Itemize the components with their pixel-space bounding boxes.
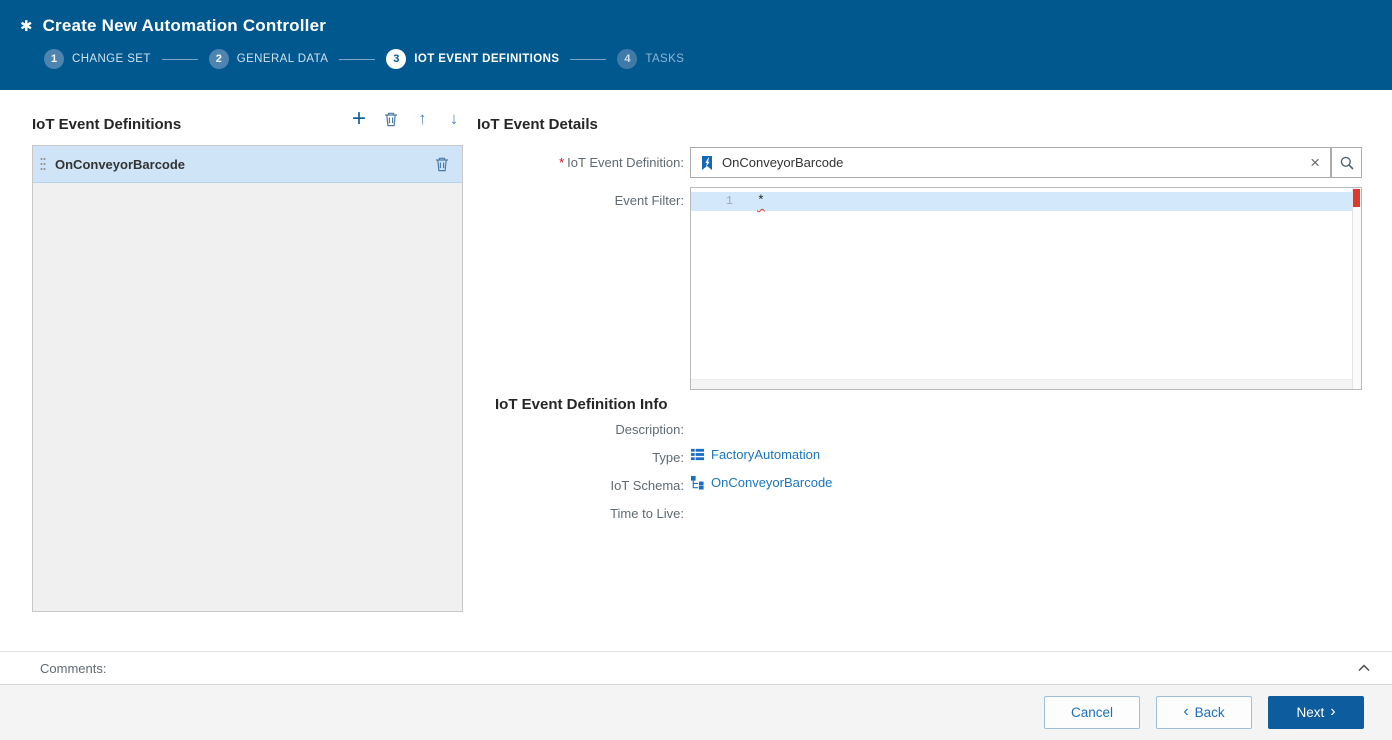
description-label: Description:: [615, 422, 684, 437]
plus-icon: +: [351, 105, 366, 132]
wizard-steps: 1 CHANGE SET 2 GENERAL DATA 3 IOT EVENT …: [0, 46, 1392, 72]
type-icon: [690, 447, 705, 462]
next-button-label: Next: [1296, 705, 1325, 720]
type-value: FactoryAutomation: [690, 447, 820, 462]
cancel-button-label: Cancel: [1070, 705, 1114, 720]
step-3-label: IOT EVENT DEFINITIONS: [414, 53, 560, 65]
editor-line-number: 1: [725, 194, 733, 208]
title-row: ✱ Create New Automation Controller: [0, 0, 1392, 40]
iot-event-definition-value: OnConveyorBarcode: [722, 155, 844, 170]
step-connector: [161, 58, 198, 60]
comments-section: Comments:: [0, 651, 1392, 685]
step-2-circle: 2: [208, 49, 229, 69]
row-trash-icon[interactable]: [434, 156, 450, 172]
definition-field-label: * IoT Event Definition:: [477, 155, 684, 170]
move-up-button[interactable]: ↑: [411, 108, 433, 130]
iot-event-icon: [699, 155, 715, 171]
definition-field-label-text: IoT Event Definition:: [567, 155, 684, 170]
type-link[interactable]: FactoryAutomation: [711, 447, 820, 462]
editor-horizontal-scrollbar[interactable]: [691, 379, 1352, 389]
move-down-button[interactable]: ↓: [443, 108, 465, 130]
cancel-button[interactable]: Cancel: [1044, 696, 1140, 729]
step-1-label: CHANGE SET: [72, 53, 151, 65]
iot-schema-label: IoT Schema:: [610, 478, 684, 493]
required-marker: *: [559, 155, 565, 170]
comments-label: Comments:: [40, 660, 107, 676]
back-button[interactable]: ‹ Back: [1156, 696, 1252, 729]
chevron-left-icon: ‹: [1183, 702, 1189, 720]
iot-event-definition-input[interactable]: OnConveyorBarcode ×: [690, 147, 1331, 178]
trash-icon: [383, 111, 399, 127]
event-definitions-title: IoT Event Definitions: [32, 116, 182, 133]
step-connector: [339, 58, 376, 60]
main-content: IoT Event Definitions + ↑ ↓ OnConveyorBa…: [0, 90, 1392, 651]
page-title: Create New Automation Controller: [42, 16, 327, 35]
time-to-live-label: Time to Live:: [610, 506, 684, 521]
step-3-circle: 3: [386, 49, 407, 69]
iot-schema-link[interactable]: OnConveyorBarcode: [711, 475, 832, 490]
search-icon: [1339, 155, 1355, 171]
step-iot-event-definitions[interactable]: 3 IOT EVENT DEFINITIONS: [386, 49, 559, 69]
clear-icon[interactable]: ×: [1308, 154, 1322, 171]
event-details-title: IoT Event Details: [477, 116, 598, 133]
list-item-label: OnConveyorBarcode: [55, 156, 186, 172]
add-event-button[interactable]: +: [348, 105, 370, 132]
asterisk-icon: ✱: [20, 17, 33, 35]
step-4-label: TASKS: [645, 53, 685, 65]
definition-info-title: IoT Event Definition Info: [495, 396, 668, 413]
arrow-down-icon: ↓: [449, 109, 459, 128]
error-marker[interactable]: [1353, 189, 1360, 207]
step-change-set[interactable]: 1 CHANGE SET: [44, 49, 151, 69]
step-2-label: GENERAL DATA: [236, 53, 329, 65]
iot-schema-value: OnConveyorBarcode: [690, 475, 832, 490]
wizard-footer: Cancel ‹ Back Next ›: [0, 685, 1392, 740]
arrow-up-icon: ↑: [418, 109, 427, 128]
event-filter-label: Event Filter:: [614, 193, 684, 208]
type-label: Type:: [652, 450, 684, 465]
editor-code-text: *: [757, 193, 765, 208]
step-general-data[interactable]: 2 GENERAL DATA: [208, 49, 329, 69]
step-tasks[interactable]: 4 TASKS: [617, 49, 684, 69]
next-button[interactable]: Next ›: [1268, 696, 1364, 729]
collapse-comments-button[interactable]: [1354, 658, 1374, 678]
event-list-toolbar: + ↑ ↓: [348, 105, 465, 132]
search-button[interactable]: [1331, 147, 1362, 178]
editor-annotation-bar[interactable]: [1352, 188, 1361, 389]
step-1-circle: 1: [44, 49, 64, 69]
chevron-right-icon: ›: [1330, 702, 1336, 720]
create-automation-controller-window: ✱ Create New Automation Controller 1 CHA…: [0, 0, 1392, 740]
delete-event-button[interactable]: [380, 108, 402, 130]
wizard-header: ✱ Create New Automation Controller 1 CHA…: [0, 0, 1392, 90]
drag-handle-icon[interactable]: [40, 156, 46, 172]
event-filter-editor[interactable]: 1 *: [690, 187, 1362, 390]
step-connector: [570, 58, 607, 60]
step-4-circle: 4: [617, 49, 638, 69]
back-button-label: Back: [1194, 705, 1225, 720]
chevron-up-icon: [1356, 660, 1372, 676]
list-item[interactable]: OnConveyorBarcode: [33, 146, 462, 183]
event-definitions-list: OnConveyorBarcode: [32, 145, 463, 612]
editor-current-line: [691, 192, 1352, 211]
schema-icon: [690, 475, 705, 490]
